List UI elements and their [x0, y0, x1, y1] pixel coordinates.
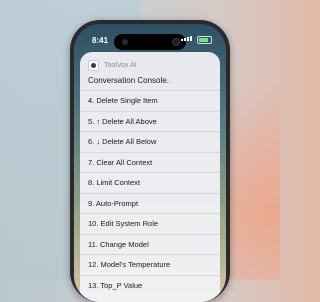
phone-frame: 8:41 ToolVox AI Conversation Console. 4.… — [70, 20, 230, 302]
console-title: Conversation Console. — [88, 76, 169, 85]
menu-item-top-p[interactable]: 13. Top_P Value — [80, 274, 220, 296]
app-name: ToolVox AI — [104, 61, 137, 69]
menu-item-delete-single[interactable]: 4. Delete Single Item — [80, 90, 220, 111]
context-menu-panel: ToolVox AI Conversation Console. 4. Dele… — [80, 52, 220, 302]
phone-screen: 8:41 ToolVox AI Conversation Console. 4.… — [74, 24, 226, 302]
dynamic-island — [114, 34, 186, 50]
menu-item-auto-prompt[interactable]: 9. Auto-Prompt — [80, 192, 220, 214]
camera-icon — [172, 38, 180, 46]
status-time: 8:41 — [92, 36, 109, 45]
menu-item-limit-context[interactable]: 8. Limit Context — [80, 172, 220, 193]
menu-item-temperature[interactable]: 12. Model's Temperature — [80, 254, 220, 275]
menu-item-delete-all-above[interactable]: 5. ↑ Delete All Above — [80, 110, 220, 132]
sensor-icon — [122, 39, 128, 45]
menu-item-change-model[interactable]: 11. Change Model — [80, 233, 220, 255]
battery-icon — [197, 36, 212, 44]
menu-item-edit-system-role[interactable]: 10. Edit System Role — [80, 213, 220, 234]
menu-item-clear-context[interactable]: 7. Clear All Context — [80, 151, 220, 173]
signal-icon — [181, 36, 192, 41]
menu-item-delete-all-below[interactable]: 6. ↓ Delete All Below — [80, 131, 220, 152]
app-header: ToolVox AI — [80, 52, 220, 71]
status-bar: 8:41 — [74, 30, 226, 50]
toolvox-app-icon — [88, 59, 99, 71]
